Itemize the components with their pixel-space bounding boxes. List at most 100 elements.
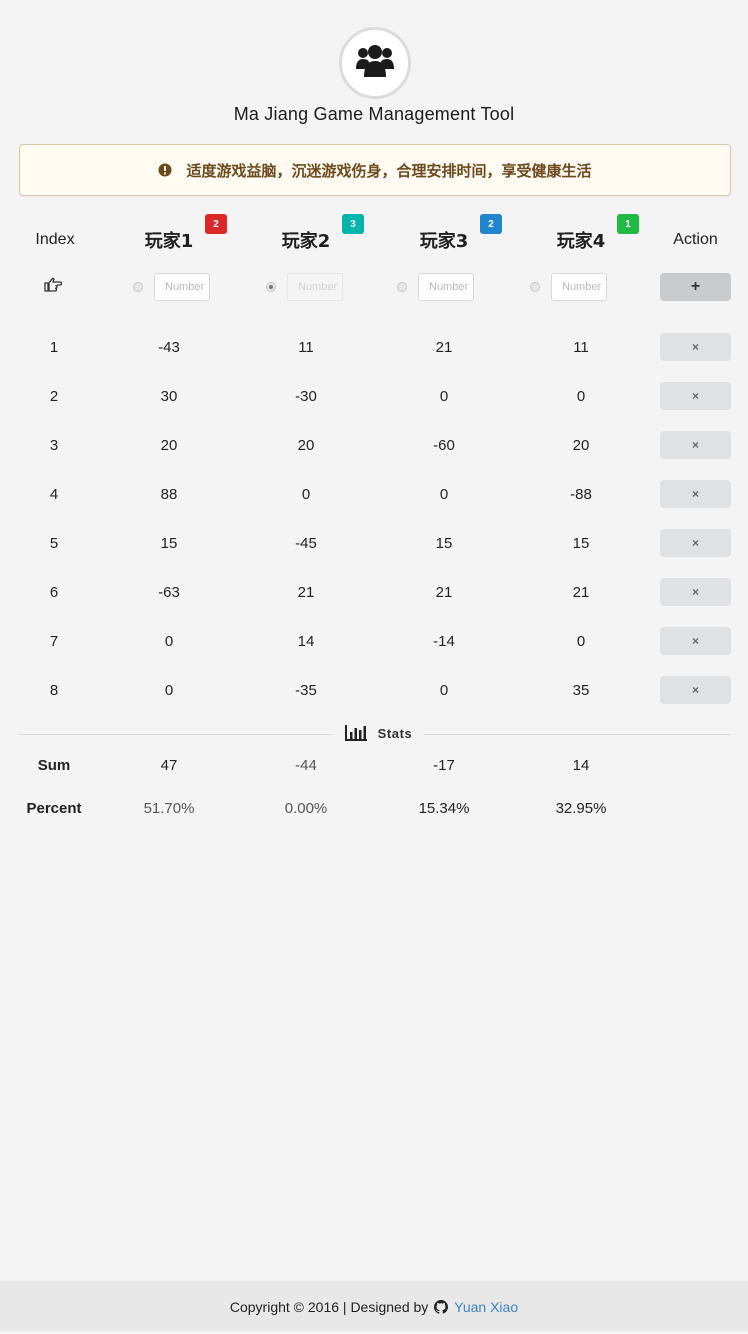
row-index: 7 [49, 632, 59, 650]
score-cell-player-4: 20 [572, 436, 590, 454]
score-cell-player-2: 20 [297, 436, 315, 454]
page-title: Ma Jiang Game Management Tool [233, 104, 515, 124]
copyright-text: Copyright © 2016 | Designed by [229, 1298, 429, 1315]
index-header: Index [35, 231, 75, 248]
score-cell-player-3: 21 [435, 583, 453, 601]
sum-label: Sum [37, 756, 71, 774]
delete-row-button[interactable]: × [660, 480, 731, 508]
row-index: 3 [49, 436, 59, 454]
action-header: Action [673, 231, 718, 248]
exclamation-circle-icon [158, 163, 172, 177]
sum-value-player-2: -44 [295, 756, 317, 774]
score-input-player-2[interactable] [287, 273, 343, 301]
hand-point-right-icon [44, 277, 63, 298]
percent-row: Percent 51.70% 0.00% 15.34% 32.95% [0, 793, 748, 823]
score-cell-player-2: -45 [295, 534, 317, 552]
table-row: 4 88 0 0 -88 × [0, 479, 748, 509]
warning-text: 适度游戏益脑，沉迷游戏伤身，合理安排时间，享受健康生活 [186, 162, 592, 180]
delete-row-button[interactable]: × [660, 382, 731, 410]
score-cell-player-2: 21 [297, 583, 315, 601]
score-cell-player-3: -14 [433, 632, 455, 650]
score-cell-player-1: 0 [164, 632, 174, 650]
sum-value-player-3: -17 [433, 756, 455, 774]
row-index: 5 [49, 534, 59, 552]
percent-value-player-4: 32.95% [555, 799, 607, 817]
warning-message: 适度游戏益脑，沉迷游戏伤身，合理安排时间，享受健康生活 [19, 144, 731, 196]
table-row: 1 -43 11 21 11 × [0, 332, 748, 362]
score-cell-player-1: -43 [158, 338, 180, 356]
delete-row-button[interactable]: × [660, 578, 731, 606]
score-cell-player-2: 14 [297, 632, 315, 650]
row-index: 4 [49, 485, 59, 503]
delete-row-button[interactable]: × [660, 529, 731, 557]
users-icon [354, 43, 396, 84]
percent-value-player-3: 15.34% [418, 799, 470, 817]
score-cell-player-4: 11 [573, 338, 589, 356]
score-cell-player-3: 15 [435, 534, 453, 552]
stats-label: Stats [332, 720, 424, 746]
score-cell-player-1: -63 [158, 583, 180, 601]
player-name: 玩家4 [556, 231, 606, 252]
score-cell-player-3: 21 [435, 338, 453, 356]
score-cell-player-4: 35 [572, 681, 590, 699]
delete-row-button[interactable]: × [660, 676, 731, 704]
table-row: 7 0 14 -14 0 × [0, 626, 748, 656]
player-badge: 2 [205, 214, 227, 234]
score-cell-player-4: -88 [570, 485, 592, 503]
player-badge: 3 [342, 214, 364, 234]
table-row: 6 -63 21 21 21 × [0, 577, 748, 607]
row-index: 1 [49, 338, 59, 356]
header: Ma Jiang Game Management Tool [0, 0, 748, 140]
radio-player-4[interactable] [530, 282, 540, 292]
row-index: 6 [49, 583, 59, 601]
footer: Copyright © 2016 | Designed by Yuan Xiao [0, 1281, 748, 1331]
table-row: 2 30 -30 0 0 × [0, 381, 748, 411]
player-badge: 2 [480, 214, 502, 234]
score-cell-player-1: 20 [160, 436, 178, 454]
row-index: 2 [49, 387, 59, 405]
score-input-player-1[interactable] [154, 273, 210, 301]
score-cell-player-2: -35 [295, 681, 317, 699]
score-input-player-4[interactable] [551, 273, 607, 301]
percent-value-player-2: 0.00% [284, 799, 328, 817]
score-cell-player-3: -60 [433, 436, 455, 454]
add-round-button[interactable]: + [660, 273, 731, 301]
sum-value-player-4: 14 [572, 756, 590, 774]
sum-value-player-1: 47 [160, 756, 178, 774]
score-cell-player-1: 15 [160, 534, 178, 552]
delete-row-button[interactable]: × [660, 333, 731, 361]
score-cell-player-4: 21 [572, 583, 590, 601]
delete-row-button[interactable]: × [660, 431, 731, 459]
score-cell-player-1: 0 [164, 681, 174, 699]
table-row: 3 20 20 -60 20 × [0, 430, 748, 460]
score-cell-player-1: 88 [160, 485, 178, 503]
percent-value-player-1: 51.70% [143, 799, 195, 817]
delete-row-button[interactable]: × [660, 627, 731, 655]
github-icon [434, 1299, 449, 1314]
score-cell-player-2: 0 [301, 485, 311, 503]
score-cell-player-4: 15 [572, 534, 590, 552]
score-cell-player-3: 0 [439, 387, 449, 405]
bar-chart-icon [344, 724, 368, 742]
score-cell-player-4: 0 [576, 632, 586, 650]
radio-player-2[interactable] [266, 282, 276, 292]
table-row: 5 15 -45 15 15 × [0, 528, 748, 558]
score-cell-player-4: 0 [576, 387, 586, 405]
player-name: 玩家2 [281, 231, 331, 252]
radio-player-1[interactable] [133, 282, 143, 292]
row-index: 8 [49, 681, 59, 699]
author-link[interactable]: Yuan Xiao [454, 1299, 518, 1315]
score-cell-player-2: 11 [298, 338, 314, 356]
score-cell-player-3: 0 [439, 681, 449, 699]
sum-row: Sum 47 -44 -17 14 [0, 750, 748, 780]
logo [339, 27, 411, 99]
score-cell-player-3: 0 [439, 485, 449, 503]
player-name: 玩家3 [419, 231, 469, 252]
player-badge: 1 [617, 214, 639, 234]
table-row: 8 0 -35 0 35 × [0, 675, 748, 705]
score-input-player-3[interactable] [418, 273, 474, 301]
score-cell-player-1: 30 [160, 387, 178, 405]
score-cell-player-2: -30 [295, 387, 317, 405]
percent-label: Percent [26, 799, 82, 817]
radio-player-3[interactable] [397, 282, 407, 292]
